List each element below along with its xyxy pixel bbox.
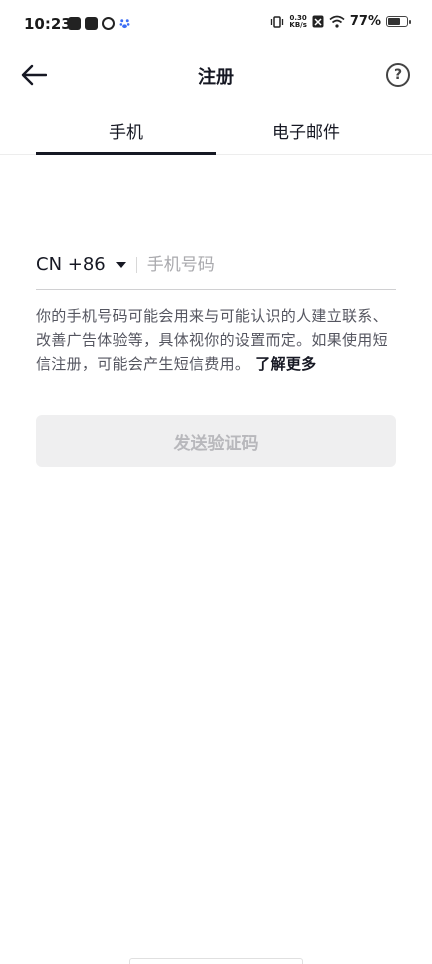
phone-usage-notice: 你的手机号码可能会用来与可能认识的人建立联系、改善广告体验等，具体视你的设置而定… <box>36 304 396 376</box>
input-divider <box>135 256 137 273</box>
battery-icon <box>386 16 411 27</box>
signup-screen: 10:23 0.30 KB/s 77% 注册 ? 手机 电子邮件 CN +86 … <box>0 0 432 964</box>
baidu-notification-icon <box>119 19 130 29</box>
signup-method-tabs: 手机 电子邮件 <box>0 106 432 155</box>
help-button[interactable]: ? <box>386 63 410 87</box>
battery-level-fill <box>388 18 401 25</box>
caret-down-icon <box>115 261 126 268</box>
send-code-button[interactable]: 发送验证码 <box>36 415 396 467</box>
app-notification-icon <box>85 17 98 30</box>
tiktok-notification-icon <box>68 17 81 30</box>
status-time: 10:23 <box>24 15 72 33</box>
sync-notification-icon <box>102 17 115 30</box>
network-speed: 0.30 KB/s <box>289 14 307 29</box>
network-speed-unit: KB/s <box>289 20 307 29</box>
phone-number-input[interactable] <box>146 254 396 275</box>
help-icon: ? <box>393 67 403 83</box>
page-title: 注册 <box>198 67 234 88</box>
learn-more-link[interactable]: 了解更多 <box>255 355 316 373</box>
active-tab-indicator <box>36 152 216 155</box>
tab-email[interactable]: 电子邮件 <box>216 118 396 143</box>
vibrate-icon <box>271 15 284 28</box>
notification-icons <box>68 17 130 30</box>
no-sim-icon <box>312 15 324 28</box>
notice-text: 你的手机号码可能会用来与可能认识的人建立联系、改善广告体验等，具体视你的设置而定… <box>36 307 388 373</box>
home-indicator[interactable] <box>129 958 303 964</box>
header: 注册 ? <box>0 52 432 98</box>
status-right: 0.30 KB/s 77% <box>270 14 411 29</box>
status-bar: 10:23 0.30 KB/s 77% <box>0 0 432 52</box>
country-code-label: CN +86 <box>36 254 106 275</box>
battery-percent: 77% <box>349 14 381 29</box>
country-code-selector[interactable]: CN +86 <box>36 245 126 285</box>
phone-input-row: CN +86 <box>36 240 396 290</box>
tab-phone[interactable]: 手机 <box>36 118 216 143</box>
wifi-icon <box>329 15 345 28</box>
